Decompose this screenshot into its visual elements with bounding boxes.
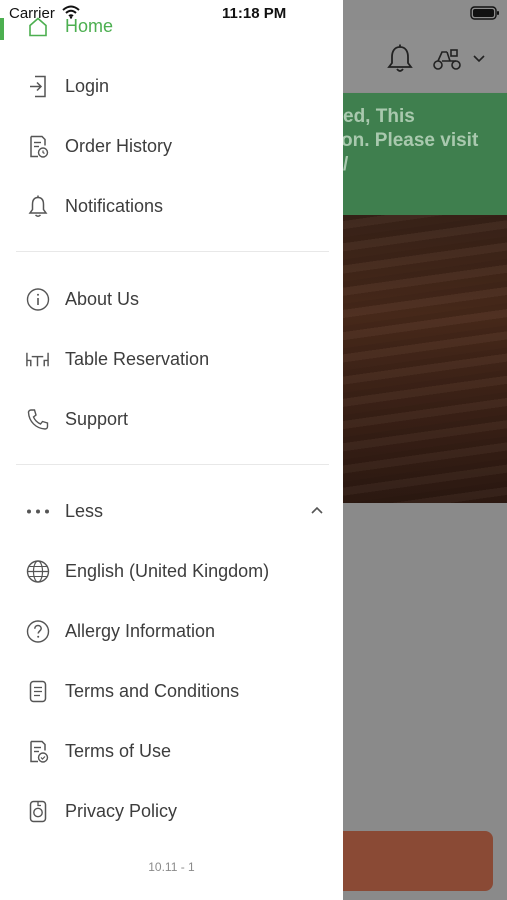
divider xyxy=(16,464,329,465)
info-banner: ed, This on. Please visit / xyxy=(343,93,507,215)
status-time: 11:18 PM xyxy=(222,5,287,22)
menu-item-notifications[interactable]: Notifications xyxy=(0,180,343,232)
login-icon xyxy=(25,74,50,99)
menu-label: Support xyxy=(65,408,129,429)
carrier-label: Carrier xyxy=(9,5,55,22)
privacy-icon xyxy=(25,799,50,824)
chevron-up-icon[interactable] xyxy=(310,505,324,515)
menu-label: English (United Kingdom) xyxy=(65,560,270,581)
document-check-icon xyxy=(25,739,50,764)
banner-line: on. Please visit xyxy=(343,130,479,151)
menu-label: About Us xyxy=(65,288,140,309)
order-history-icon xyxy=(25,134,50,159)
menu-item-terms-conditions[interactable]: Terms and Conditions xyxy=(0,665,343,717)
menu-item-privacy[interactable]: Privacy Policy xyxy=(0,785,343,837)
status-bar: Carrier 11:18 PM xyxy=(0,0,507,30)
menu-label: Terms of Use xyxy=(65,740,172,761)
menu-label: Login xyxy=(65,75,110,96)
menu-item-terms-use[interactable]: Terms of Use xyxy=(0,725,343,777)
more-dots-icon xyxy=(25,499,50,524)
menu-label: Allergy Information xyxy=(65,620,216,641)
side-drawer: Home Login Order History Notifications A… xyxy=(0,0,343,900)
banner-line: / xyxy=(343,154,349,175)
menu-label: Order History xyxy=(65,135,173,156)
divider xyxy=(16,251,329,252)
menu-item-about-us[interactable]: About Us xyxy=(0,273,343,325)
menu-item-order-history[interactable]: Order History xyxy=(0,120,343,172)
menu-item-login[interactable]: Login xyxy=(0,60,343,112)
banner-line: ed, This xyxy=(343,106,415,127)
delivery-scooter-icon[interactable] xyxy=(432,46,462,72)
bell-icon[interactable] xyxy=(386,44,414,74)
menu-item-allergy[interactable]: Allergy Information xyxy=(0,605,343,657)
wifi-icon xyxy=(62,5,80,19)
menu-label: Notifications xyxy=(65,195,164,216)
info-icon xyxy=(25,287,50,312)
cta-button[interactable] xyxy=(343,831,493,891)
menu-label: Less xyxy=(65,500,104,521)
globe-icon xyxy=(25,559,50,584)
table-icon xyxy=(25,347,50,372)
phone-icon xyxy=(25,407,50,432)
menu-label: Table Reservation xyxy=(65,348,210,369)
menu-label: Terms and Conditions xyxy=(65,680,240,701)
menu-item-support[interactable]: Support xyxy=(0,393,343,445)
menu-item-table-reservation[interactable]: Table Reservation xyxy=(0,333,343,385)
bell-icon xyxy=(25,194,50,219)
app-version: 10.11 - 1 xyxy=(148,860,195,874)
hero-image xyxy=(343,215,507,503)
question-icon xyxy=(25,619,50,644)
chevron-down-icon[interactable] xyxy=(472,54,486,64)
battery-icon xyxy=(470,6,500,20)
menu-item-less[interactable]: Less xyxy=(0,485,343,537)
menu-item-language[interactable]: English (United Kingdom) xyxy=(0,545,343,597)
document-icon xyxy=(25,679,50,704)
menu-label: Privacy Policy xyxy=(65,800,178,821)
